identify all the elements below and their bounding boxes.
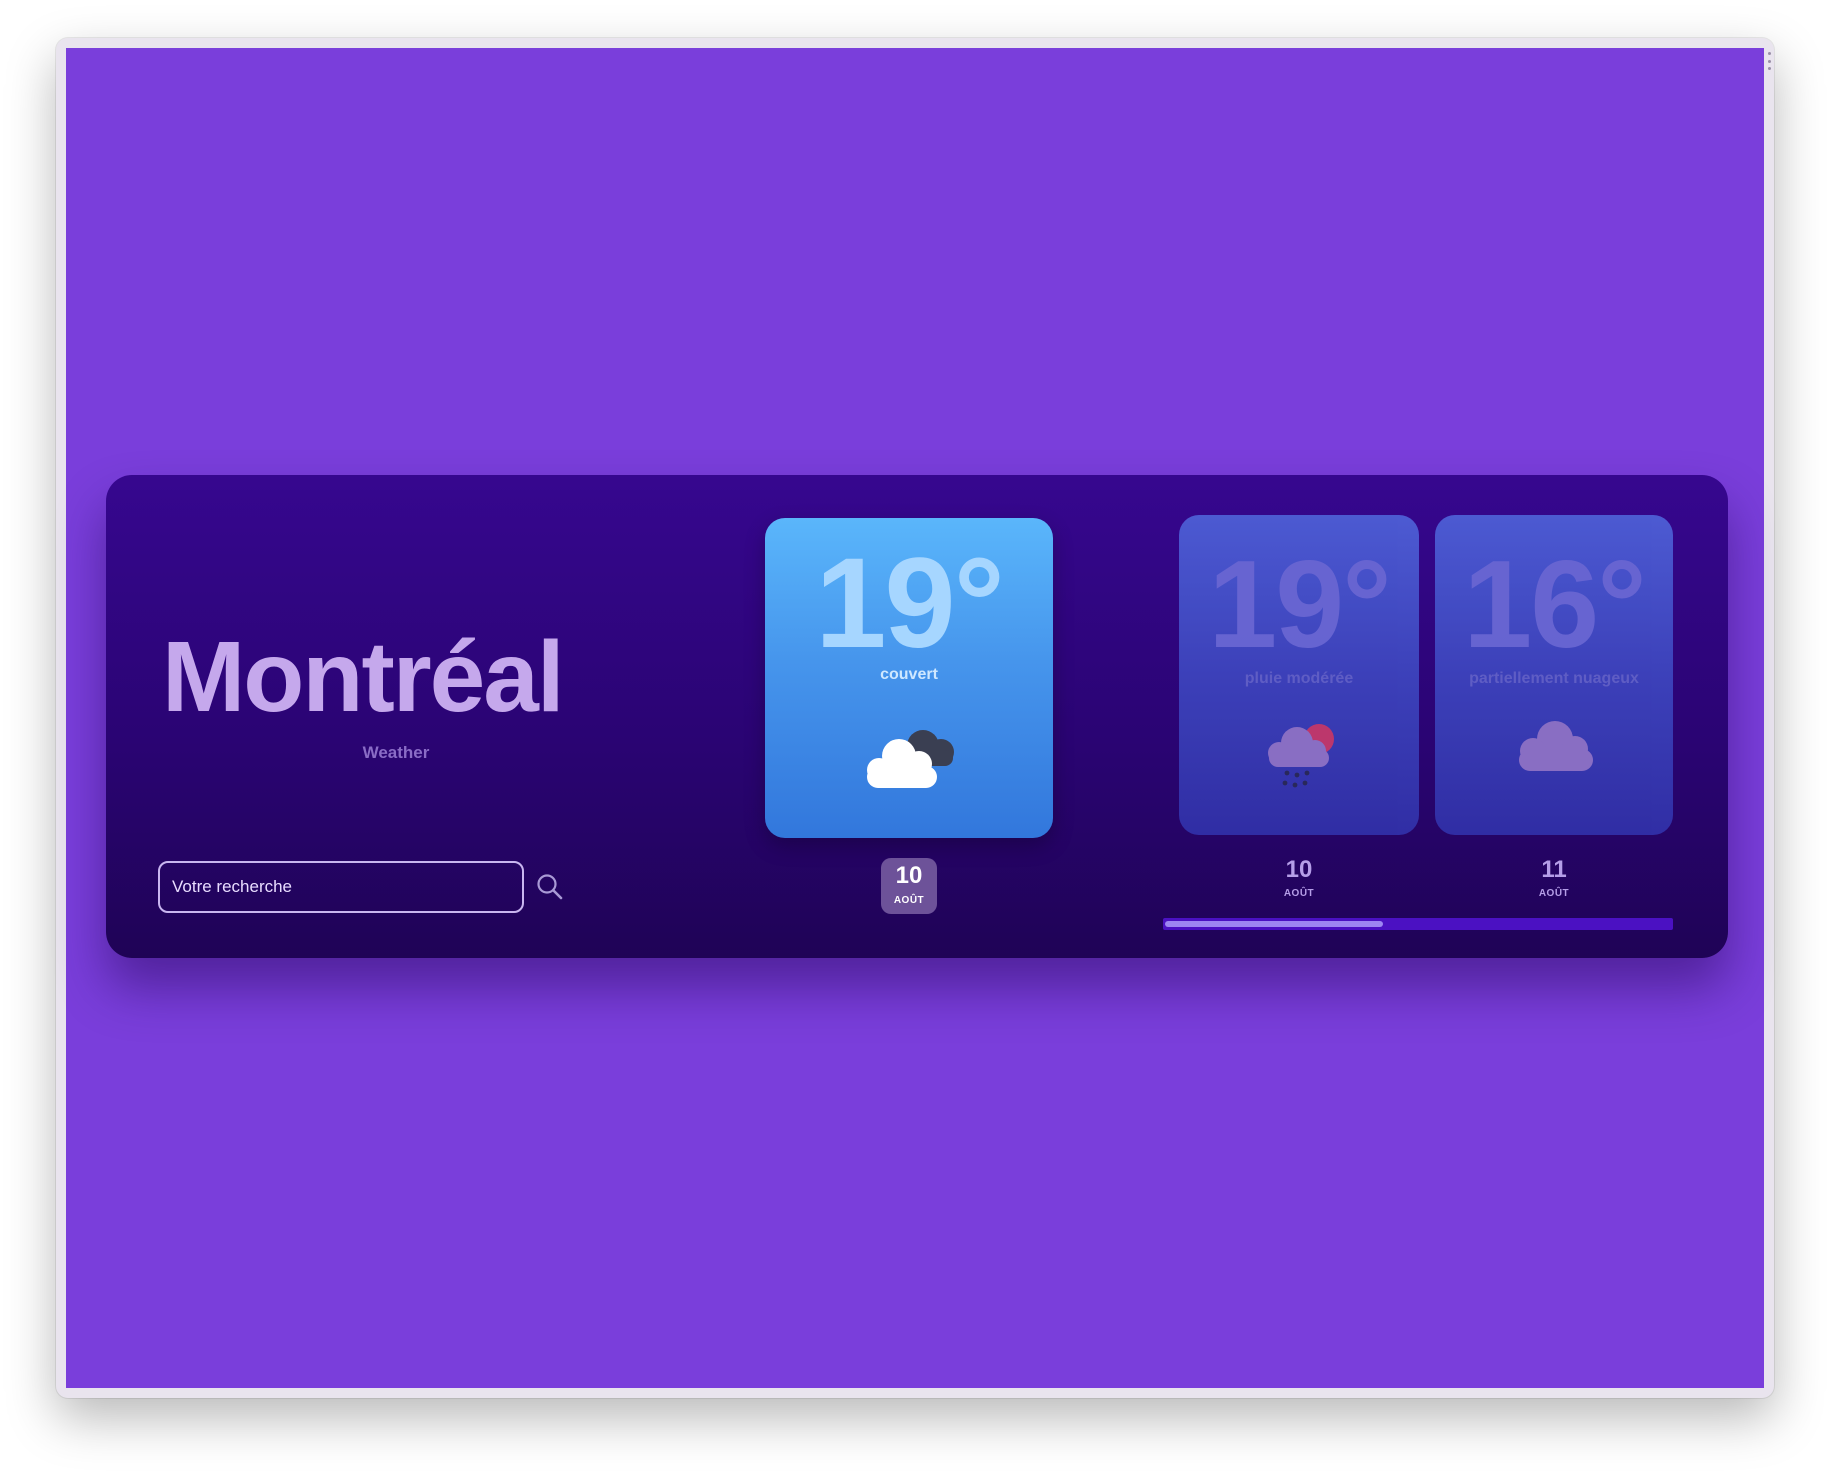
- cloud-icon: [1519, 721, 1593, 771]
- forecast-tile[interactable]: 16° partiellement nuageux: [1435, 515, 1673, 835]
- forecast-date[interactable]: 10 AOÛT: [1259, 856, 1339, 900]
- forecast-date-day: 10: [1285, 856, 1313, 883]
- window-menu-icon[interactable]: [1766, 52, 1772, 70]
- forecast-date-month: AOÛT: [1283, 888, 1315, 899]
- app-subtitle: Weather: [362, 743, 430, 762]
- forecast-temperature: 19°: [1208, 536, 1392, 674]
- forecast-date-month: AOÛT: [1538, 888, 1570, 899]
- city-title: Montréal: [162, 621, 565, 733]
- cloud-overcast-icon: [867, 730, 954, 788]
- current-weather-tile[interactable]: 19° couvert: [765, 518, 1053, 838]
- current-condition: couvert: [880, 666, 938, 683]
- forecast-scrollbar[interactable]: [1163, 918, 1673, 930]
- forecast-temperature: 16°: [1463, 536, 1647, 674]
- search-button[interactable]: [534, 871, 566, 903]
- forecast-tile[interactable]: 19° pluie modérée: [1179, 515, 1419, 835]
- cloud-rain-sun-icon: [1268, 724, 1334, 788]
- forecast-date-day: 11: [1541, 856, 1567, 883]
- forecast-date[interactable]: 11 AOÛT: [1514, 856, 1594, 900]
- search-input[interactable]: [158, 861, 524, 913]
- current-date-badge[interactable]: 10 AOÛT: [881, 858, 937, 914]
- current-temperature: 19°: [815, 532, 1005, 675]
- current-date-month: AOÛT: [893, 895, 925, 906]
- current-date-day: 10: [895, 862, 923, 889]
- page-background: Montréal Weather 19° couvert: [66, 48, 1764, 1388]
- browser-window: Montréal Weather 19° couvert: [56, 38, 1774, 1398]
- forecast-condition: partiellement nuageux: [1469, 670, 1639, 687]
- weather-card: Montréal Weather 19° couvert: [106, 475, 1728, 958]
- forecast-condition: pluie modérée: [1244, 670, 1354, 687]
- search-icon: [537, 874, 563, 900]
- forecast-scrollbar-thumb[interactable]: [1165, 921, 1383, 927]
